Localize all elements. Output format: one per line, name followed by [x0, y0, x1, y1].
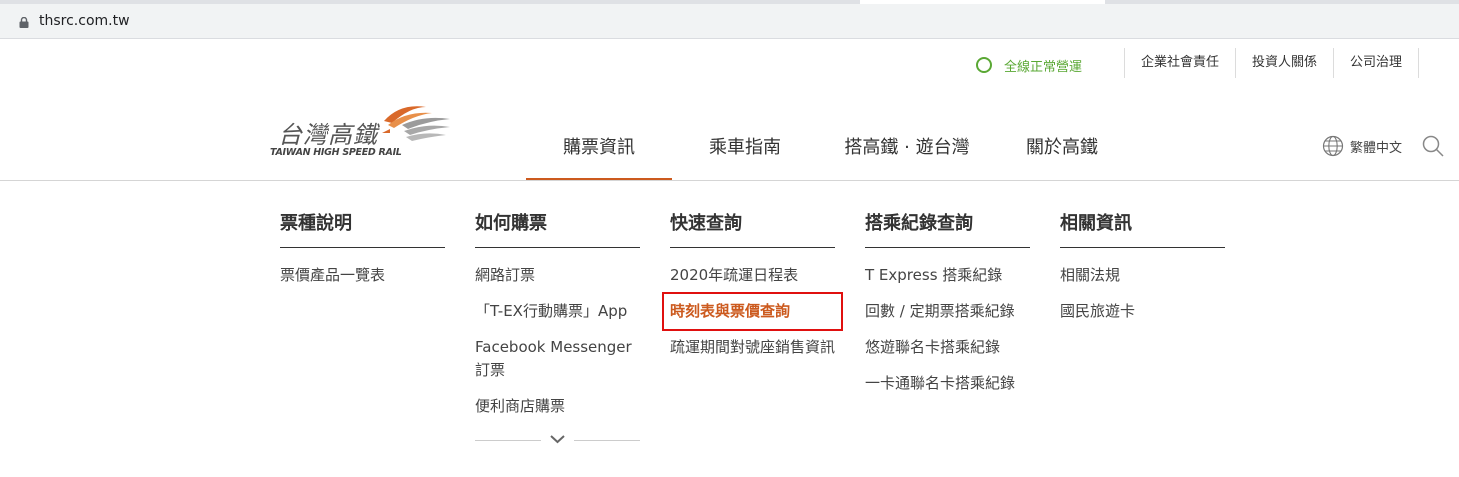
menu-item-travel-card[interactable]: 國民旅遊卡 — [1060, 300, 1225, 323]
menu-column-ticket-types: 票種說明 票價產品一覽表 — [280, 210, 445, 300]
nav-ticket-info[interactable]: 購票資訊 — [526, 128, 672, 181]
menu-column-how-to-buy: 如何購票 網路訂票 「T-EX行動購票」App Facebook Messeng… — [475, 210, 640, 431]
menu-item-fare-products[interactable]: 票價產品一覽表 — [280, 264, 445, 287]
search-icon[interactable] — [1421, 134, 1445, 158]
show-more-toggle[interactable] — [475, 432, 640, 448]
language-label: 繁體中文 — [1350, 140, 1403, 156]
service-status[interactable]: 全線正常營運 — [976, 55, 1082, 75]
menu-item-regulations[interactable]: 相關法規 — [1060, 264, 1225, 287]
menu-item-texpress-records[interactable]: T Express 搭乘紀錄 — [865, 264, 1030, 287]
menu-item-reserved-seat-info[interactable]: 疏運期間對號座銷售資訊 — [670, 336, 835, 359]
logo-chinese-text: 台灣高鐵 — [278, 121, 378, 149]
logo-wing-icon — [382, 106, 450, 141]
chevron-down-icon — [550, 435, 565, 444]
link-csr[interactable]: 企業社會責任 — [1124, 48, 1235, 78]
link-corporate-governance[interactable]: 公司治理 — [1333, 48, 1420, 78]
menu-item-easycard-records[interactable]: 悠遊聯名卡搭乘紀錄 — [865, 336, 1030, 359]
menu-item-ipass-records[interactable]: 一卡通聯名卡搭乘紀錄 — [865, 372, 1030, 395]
link-investor-relations[interactable]: 投資人關係 — [1235, 48, 1333, 78]
menu-column-ride-records: 搭乘紀錄查詢 T Express 搭乘紀錄 回數 / 定期票搭乘紀錄 悠遊聯名卡… — [865, 210, 1030, 408]
menu-item-timetable-fare-search[interactable]: 時刻表與票價查詢 — [662, 292, 843, 331]
language-switcher[interactable]: 繁體中文 — [1322, 134, 1402, 158]
menu-item-2020-schedule[interactable]: 2020年疏運日程表 — [670, 264, 835, 287]
status-circle-icon — [976, 57, 992, 73]
header-divider — [0, 180, 1459, 181]
menu-item-tex-app[interactable]: 「T-EX行動購票」App — [475, 300, 640, 323]
menu-item-convenience-store[interactable]: 便利商店購票 — [475, 395, 640, 418]
status-text: 全線正常營運 — [1004, 59, 1083, 75]
main-navigation: 購票資訊 乘車指南 搭高鐵 · 遊台灣 關於高鐵 — [526, 128, 1110, 181]
menu-item-online-booking[interactable]: 網路訂票 — [475, 264, 640, 287]
divider-left — [475, 440, 541, 441]
lock-icon — [19, 17, 29, 28]
address-bar[interactable]: thsrc.com.tw — [0, 4, 1459, 39]
menu-item-multi-ride-records[interactable]: 回數 / 定期票搭乘紀錄 — [865, 300, 1030, 323]
menu-column-title: 票種說明 — [280, 210, 445, 248]
nav-about-thsr[interactable]: 關於高鐵 — [1014, 128, 1110, 181]
divider-right — [574, 440, 640, 441]
globe-icon — [1322, 135, 1344, 157]
menu-item-facebook-messenger[interactable]: Facebook Messenger 訂票 — [475, 336, 640, 382]
thsr-logo[interactable]: 台灣高鐵 TAIWAN HIGH SPEED RAIL — [268, 103, 458, 163]
menu-column-title: 搭乘紀錄查詢 — [865, 210, 1030, 248]
utility-links: 企業社會責任 投資人關係 公司治理 — [1124, 48, 1420, 78]
nav-travel-guide[interactable]: 乘車指南 — [672, 128, 818, 181]
menu-column-quick-search: 快速查詢 2020年疏運日程表 時刻表與票價查詢 疏運期間對號座銷售資訊 — [662, 210, 843, 372]
menu-column-title: 快速查詢 — [670, 210, 835, 248]
menu-column-title: 如何購票 — [475, 210, 640, 248]
menu-column-title: 相關資訊 — [1060, 210, 1225, 248]
url-text[interactable]: thsrc.com.tw — [39, 12, 130, 30]
logo-english-text: TAIWAN HIGH SPEED RAIL — [270, 147, 402, 158]
nav-travel-taiwan[interactable]: 搭高鐵 · 遊台灣 — [818, 128, 996, 181]
menu-column-related-info: 相關資訊 相關法規 國民旅遊卡 — [1060, 210, 1225, 336]
